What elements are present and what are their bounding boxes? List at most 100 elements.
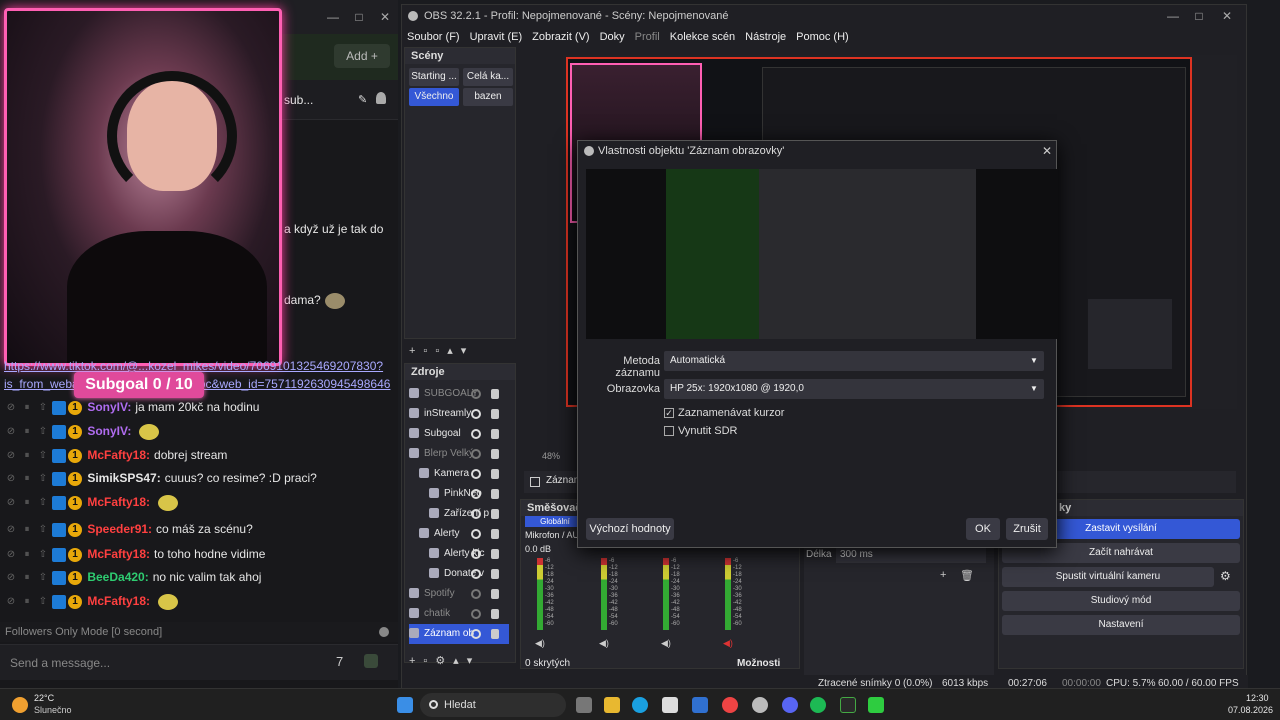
display-select[interactable]: HP 25x: 1920x1080 @ 1920,0 ▼ [664,379,1044,399]
menu-item[interactable]: Pomoc (H) [791,27,854,47]
menu-item[interactable]: Profil [630,27,665,47]
chat-username[interactable]: Speeder91: [87,522,152,536]
speaker-icon[interactable]: ◀) [661,638,671,649]
store-icon[interactable] [662,697,678,713]
close-icon[interactable]: ✕ [1042,144,1052,158]
ban-icon[interactable]: ⇧ [36,595,50,609]
lock-icon[interactable] [491,469,499,479]
lock-icon[interactable] [491,389,499,399]
lock-icon[interactable] [491,529,499,539]
timeout-icon[interactable]: ⏸ [20,523,34,537]
visibility-eye-icon[interactable] [471,589,481,599]
scene-button[interactable]: bazen [463,88,513,106]
weather-sun-icon[interactable] [12,697,28,713]
force-sdr-checkbox[interactable]: Vynutit SDR [664,425,738,437]
close-icon[interactable]: ✕ [1220,9,1234,23]
mod-icon[interactable]: ⊘ [4,472,18,486]
speaker-icon[interactable]: ◀) [599,638,609,649]
menu-item[interactable]: Zobrazit (V) [527,27,594,47]
ban-icon[interactable]: ⇧ [36,401,50,415]
timeout-icon[interactable]: ⏸ [20,449,34,463]
user-icon[interactable] [376,92,386,104]
menu-item[interactable]: Nástroje [740,27,791,47]
lock-icon[interactable] [491,589,499,599]
lock-icon[interactable] [491,609,499,619]
discord-icon[interactable] [782,697,798,713]
speaker-icon[interactable]: ◀) [535,638,545,649]
file-explorer-icon[interactable] [604,697,620,713]
mod-icon[interactable]: ⊘ [4,401,18,415]
mod-icon[interactable]: ⊘ [4,548,18,562]
chat-username[interactable]: McFafty18: [87,495,150,509]
lock-icon[interactable] [491,429,499,439]
capture-cursor-checkbox[interactable]: ✓ Zaznamenávat kurzor [664,407,784,419]
mod-icon[interactable]: ⊘ [4,425,18,439]
settings-button[interactable]: Nastavení [1002,615,1240,635]
ban-icon[interactable]: ⇧ [36,449,50,463]
wrench-icon[interactable]: ✎ [358,93,367,106]
emote-picker-icon[interactable]: 7 [336,654,343,669]
close-icon[interactable]: ✕ [378,10,392,24]
studio-mode-button[interactable]: Studiový mód [1002,591,1240,611]
chat-username[interactable]: BeeDa420: [87,570,148,584]
lock-icon[interactable] [491,489,499,499]
lock-icon[interactable] [491,569,499,579]
chat-username[interactable]: McFafty18: [87,448,150,462]
timeout-icon[interactable]: ⏸ [20,496,34,510]
timeout-icon[interactable]: ⏸ [20,595,34,609]
timeout-icon[interactable]: ⏸ [20,571,34,585]
method-select[interactable]: Automatická ▼ [664,351,1044,371]
visibility-eye-icon[interactable] [471,529,481,539]
windows-start-icon[interactable] [397,697,413,713]
mail-icon[interactable] [692,697,708,713]
ok-button[interactable]: OK [966,518,1000,540]
terminal-icon[interactable] [840,697,856,713]
mixer-global-tab[interactable]: Globální [525,516,585,527]
lock-icon[interactable] [491,409,499,419]
menu-item[interactable]: Upravit (E) [465,27,528,47]
visibility-eye-icon[interactable] [471,429,481,439]
timeout-icon[interactable]: ⏸ [20,425,34,439]
ban-icon[interactable]: ⇧ [36,496,50,510]
send-icon[interactable] [364,654,378,668]
lock-icon[interactable] [491,449,499,459]
search-box[interactable]: Hledat [420,693,566,717]
minimize-icon[interactable]: — [326,10,340,24]
task-view-icon[interactable] [576,697,592,713]
visibility-eye-icon[interactable] [471,509,481,519]
remove-transition-icon[interactable]: 🗑 [960,569,974,582]
scene-button[interactable]: Celá ka... [463,68,513,86]
add-transition-icon[interactable]: + [940,569,946,581]
options-button[interactable]: Možnosti [737,658,780,669]
mod-icon[interactable]: ⊘ [4,523,18,537]
ban-icon[interactable]: ⇧ [36,472,50,486]
start-virtual-camera-button[interactable]: Spustit virtuální kameru [1002,567,1214,587]
chrome-icon[interactable] [722,697,738,713]
visibility-eye-icon[interactable] [471,389,481,399]
mod-icon[interactable]: ⊘ [4,595,18,609]
visibility-eye-icon[interactable] [471,469,481,479]
mod-icon[interactable]: ⊘ [4,496,18,510]
visibility-eye-icon[interactable] [471,569,481,579]
visibility-eye-icon[interactable] [471,609,481,619]
ban-icon[interactable]: ⇧ [36,571,50,585]
scenes-toolbar[interactable]: +▫▫▴▾ [409,344,517,357]
menu-item[interactable]: Kolekce scén [665,27,740,47]
lock-icon[interactable] [491,509,499,519]
timeout-icon[interactable]: ⏸ [20,472,34,486]
mod-icon[interactable]: ⊘ [4,449,18,463]
edge-icon[interactable] [632,697,648,713]
mod-icon[interactable]: ⊘ [4,571,18,585]
scene-button-active[interactable]: Všechno [409,88,459,106]
spotify-icon[interactable] [810,697,826,713]
lock-icon[interactable] [491,629,499,639]
chat-username[interactable]: SonyIV: [87,424,131,438]
ban-icon[interactable]: ⇧ [36,523,50,537]
menu-item[interactable]: Doky [595,27,630,47]
lock-icon[interactable] [491,549,499,559]
gear-icon[interactable]: ⚙ [1220,569,1231,583]
defaults-button[interactable]: Výchozí hodnoty [586,518,674,540]
info-icon[interactable] [379,627,389,637]
kick-icon[interactable] [868,697,884,713]
visibility-eye-icon[interactable] [471,489,481,499]
